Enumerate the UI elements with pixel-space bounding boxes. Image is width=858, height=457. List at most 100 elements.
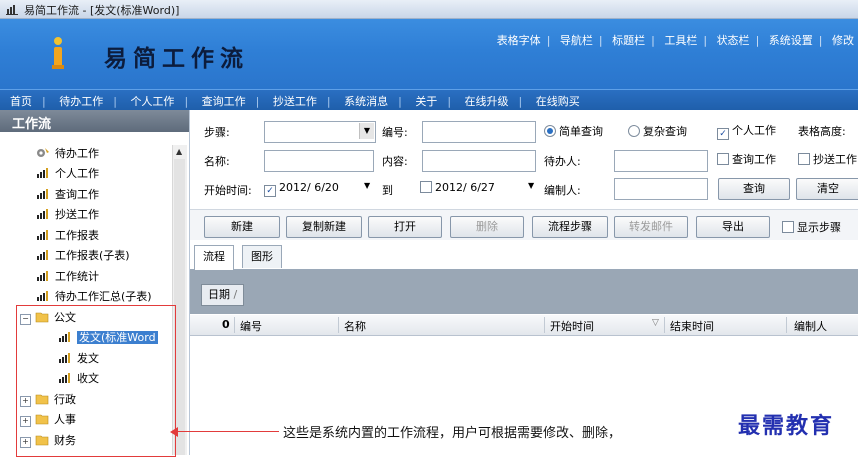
tree-item-pending-summary[interactable]: 待办工作汇总(子表)	[36, 288, 152, 306]
chart-icon	[37, 230, 48, 240]
chart-icon	[37, 271, 48, 281]
tree-item-query[interactable]: 查询工作	[36, 186, 99, 204]
pending-person-input[interactable]	[614, 150, 708, 172]
tab-flow[interactable]: 流程	[194, 245, 234, 270]
action-toolbar: 新建 复制新建 打开 删除 流程步骤 转发邮件 导出 显示步骤	[190, 209, 858, 240]
tree-item-cc[interactable]: 抄送工作	[36, 206, 99, 224]
name-input[interactable]	[264, 150, 374, 172]
link-titlebar[interactable]: 标题栏	[608, 34, 649, 47]
checkbox-icon[interactable]	[782, 221, 794, 233]
chart-icon	[37, 168, 48, 178]
link-modify[interactable]: 修改	[828, 34, 858, 47]
tab-graphic[interactable]: 图形	[242, 245, 282, 268]
filter-panel: 步骤: ▼ 编号: 简单查询 复杂查询 ✓ 个人工作 表格高度: 名称: 内容: …	[190, 110, 858, 205]
table-height-label: 表格高度:	[798, 125, 846, 138]
nav-pending[interactable]: 待办工作	[49, 95, 113, 108]
end-date-picker[interactable]: 2012/ 6/27 ▼	[418, 178, 538, 198]
pending-person-label: 待办人:	[544, 155, 581, 168]
delete-button[interactable]: 删除	[450, 216, 524, 238]
column-start-time[interactable]: 开始时间	[550, 318, 594, 334]
link-table-font[interactable]: 表格字体	[493, 34, 545, 47]
app-banner: 易简工作流 表格字体 | 导航栏 | 标题栏 | 工具栏 | 状态栏 | 系统设置 | 修改	[0, 19, 858, 89]
dropdown-arrow-icon[interactable]: ▼	[528, 181, 534, 190]
annotation-box	[16, 305, 176, 457]
group-by-bar: 日期 /	[190, 270, 858, 314]
export-button[interactable]: 导出	[696, 216, 770, 238]
window-title: 易简工作流 - [发文(标准Word)]	[24, 4, 180, 17]
tree-item-report-sub[interactable]: 工作报表(子表)	[36, 247, 130, 265]
query-work-checkbox[interactable]: 查询工作	[717, 151, 776, 167]
link-system-settings[interactable]: 系统设置	[765, 34, 817, 47]
attachment-column[interactable]: 0	[222, 318, 230, 331]
name-label: 名称:	[204, 155, 230, 168]
checkbox-icon[interactable]	[717, 153, 729, 165]
chart-icon	[37, 250, 48, 260]
tree-item-report[interactable]: 工作报表	[36, 227, 99, 245]
complex-query-radio[interactable]: 复杂查询	[628, 123, 687, 139]
sidebar-header: 工作流	[0, 110, 189, 132]
app-name: 易简工作流	[104, 45, 249, 72]
nav-query[interactable]: 查询工作	[192, 95, 256, 108]
number-label: 编号:	[382, 126, 408, 139]
radio-icon[interactable]	[544, 125, 556, 137]
to-label: 到	[382, 184, 393, 197]
logo-icon	[52, 37, 64, 69]
gear-icon	[37, 148, 49, 157]
personal-work-checkbox[interactable]: ✓ 个人工作	[717, 122, 776, 140]
copy-new-button[interactable]: 复制新建	[286, 216, 362, 238]
start-time-label: 开始时间:	[204, 184, 252, 197]
nav-buy[interactable]: 在线购买	[526, 95, 590, 108]
content-input[interactable]	[422, 150, 536, 172]
chart-icon	[37, 189, 48, 199]
editor-label: 编制人:	[544, 184, 581, 197]
sidebar-title: 工作流	[12, 117, 52, 132]
column-name[interactable]: 名称	[344, 318, 366, 334]
scroll-up-icon[interactable]: ▲	[176, 147, 182, 156]
start-date-picker[interactable]: ✓ 2012/ 6/20 ▼	[262, 178, 374, 198]
nav-personal[interactable]: 个人工作	[120, 95, 184, 108]
annotation-text: 这些是系统内置的工作流程，用户可根据需要修改、删除，	[283, 426, 622, 441]
annotation-arrow-icon	[170, 427, 178, 437]
view-tabs: 流程 图形	[190, 243, 858, 270]
watermark: 最需教育	[738, 414, 835, 439]
number-input[interactable]	[422, 121, 536, 143]
group-by-date-chip[interactable]: 日期 /	[201, 284, 245, 306]
checkbox-icon[interactable]	[420, 181, 432, 193]
dropdown-arrow-icon[interactable]: ▼	[364, 181, 370, 190]
nav-upgrade[interactable]: 在线升级	[455, 95, 519, 108]
flow-steps-button[interactable]: 流程步骤	[532, 216, 608, 238]
link-navbar[interactable]: 导航栏	[556, 34, 597, 47]
column-end-time[interactable]: 结束时间	[670, 318, 714, 334]
step-select[interactable]: ▼	[264, 121, 376, 143]
title-bar: 易简工作流 - [发文(标准Word)]	[0, 0, 858, 19]
clear-button[interactable]: 清空	[796, 178, 858, 200]
nav-home[interactable]: 首页	[0, 95, 42, 108]
forward-mail-button[interactable]: 转发邮件	[614, 216, 688, 238]
checkbox-checked-icon[interactable]: ✓	[717, 128, 729, 140]
grid-header: 0 编号 名称 开始时间 ▽ 结束时间 编制人	[190, 315, 858, 336]
checkbox-icon[interactable]	[798, 153, 810, 165]
cc-work-checkbox[interactable]: 抄送工作	[798, 151, 857, 167]
nav-cc[interactable]: 抄送工作	[263, 95, 327, 108]
nav-messages[interactable]: 系统消息	[334, 95, 398, 108]
dropdown-arrow-icon[interactable]: ▼	[359, 123, 374, 139]
link-toolbar[interactable]: 工具栏	[660, 34, 701, 47]
open-button[interactable]: 打开	[368, 216, 442, 238]
query-button[interactable]: 查询	[718, 178, 790, 200]
column-editor[interactable]: 编制人	[794, 318, 827, 334]
checkbox-checked-icon[interactable]: ✓	[264, 185, 276, 197]
chart-icon	[37, 291, 48, 301]
simple-query-radio[interactable]: 简单查询	[544, 123, 603, 139]
tree-item-personal[interactable]: 个人工作	[36, 165, 99, 183]
column-number[interactable]: 编号	[240, 318, 262, 334]
link-statusbar[interactable]: 状态栏	[713, 34, 754, 47]
tree-item-stats[interactable]: 工作统计	[36, 268, 99, 286]
editor-input[interactable]	[614, 178, 708, 200]
show-steps-checkbox[interactable]: 显示步骤	[782, 219, 841, 235]
sort-icon[interactable]: ▽	[652, 318, 659, 328]
new-button[interactable]: 新建	[204, 216, 280, 238]
tree-item-pending[interactable]: 待办工作	[36, 145, 99, 163]
step-label: 步骤:	[204, 126, 230, 139]
nav-about[interactable]: 关于	[405, 95, 447, 108]
radio-icon[interactable]	[628, 125, 640, 137]
